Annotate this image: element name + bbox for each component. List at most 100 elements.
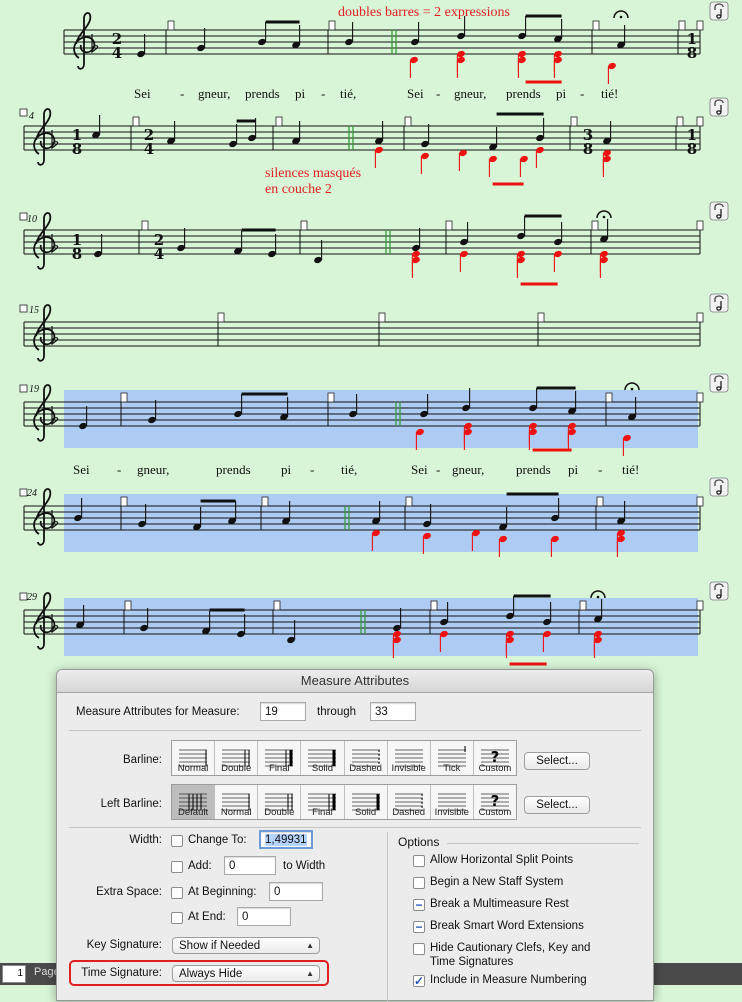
barline-option-dashed[interactable]: Dashed: [345, 741, 388, 775]
timesig-s2d-den: 8: [687, 140, 697, 158]
measure-handle: [596, 496, 604, 507]
to-width-label: to Width: [283, 860, 326, 872]
treble-clef-icon: [33, 108, 56, 166]
measure-handle: [696, 20, 704, 31]
barline-option-invisible-label: Invisible: [391, 763, 426, 774]
barline-option-custom[interactable]: ? Custom: [474, 741, 516, 775]
measure-handle: [605, 392, 613, 403]
lyric-1-1: Sei: [134, 86, 151, 101]
barline-option-solid[interactable]: Solid: [301, 741, 345, 775]
left-barline-option-invisible[interactable]: Invisible: [431, 785, 474, 819]
at-beginning-field[interactable]: 0: [269, 882, 323, 901]
lyric-1-14: tié!: [601, 86, 618, 101]
hide-cautionary-label: Hide Cautionary Clefs, Key and: [430, 942, 591, 954]
barline-option-tick-label: Tick: [443, 763, 461, 774]
lyric-2-13: -: [598, 462, 602, 477]
key-signature-popup[interactable]: Show if Needed ▲: [172, 937, 320, 954]
timesig-s2c-den: 8: [583, 140, 593, 158]
lyric-2-12: pi: [568, 462, 579, 477]
change-to-field[interactable]: 1,49931: [259, 830, 313, 849]
allow-split-points-checkbox[interactable]: [413, 855, 425, 867]
measure-handle: [592, 20, 600, 31]
barline-selector: Normal Double Final Solid Dashed Invisible Tic…: [171, 740, 517, 776]
lyric-1-12: pi: [556, 86, 567, 101]
measure-handle: [537, 312, 545, 323]
annotation-hidden-rests-2: en couche 2: [265, 182, 332, 197]
barline-option-dashed-label: Dashed: [349, 763, 382, 774]
measure-handle: [141, 220, 149, 231]
add-checkbox[interactable]: [171, 861, 183, 873]
lyric-1-6: -: [321, 86, 325, 101]
annotation-double-bars: doubles barres = 2 expressions: [338, 5, 510, 20]
add-field[interactable]: 0: [224, 856, 276, 875]
left-barline-option-final[interactable]: Final: [301, 785, 345, 819]
time-signature-popup[interactable]: Always Hide ▲: [172, 965, 320, 982]
time-signature-label: Time Signature:: [81, 967, 162, 979]
lyric-2-3: gneur,: [137, 462, 169, 477]
key-signature-value: Show if Needed: [179, 940, 261, 952]
lock-icon: [709, 581, 729, 601]
through-label: through: [317, 706, 357, 718]
selection-band-29: [64, 598, 698, 656]
hide-cautionary-checkbox[interactable]: [413, 943, 425, 955]
annotation-hidden-rests-1: silences masqués: [265, 166, 361, 181]
include-numbering-label: Include in Measure Numbering: [430, 974, 587, 986]
barline-option-solid-label: Solid: [311, 763, 333, 774]
left-barline-select-button[interactable]: Select...: [524, 796, 590, 814]
barline-option-invisible[interactable]: Invisible: [388, 741, 431, 775]
barline-option-normal-label: Normal: [177, 763, 209, 774]
measure-to-field[interactable]: 33: [370, 702, 416, 721]
measure-handle: [445, 220, 453, 231]
barline-option-double[interactable]: Double: [215, 741, 259, 775]
timesig-s2b-den: 4: [144, 140, 154, 158]
barline-option-tick[interactable]: Tick: [431, 741, 474, 775]
fermata-dot: [619, 15, 623, 19]
measure-handle: [124, 600, 132, 611]
left-barline-option-normal[interactable]: Normal: [215, 785, 259, 819]
measure-handle: [696, 312, 704, 323]
left-barline-option-solid[interactable]: Solid: [345, 785, 388, 819]
measure-handle: [300, 220, 308, 231]
lyric-1-11: prends: [506, 86, 541, 101]
break-smart-word-checkbox[interactable]: −: [413, 921, 425, 933]
lyric-1-5: pi: [295, 86, 306, 101]
barline-select-button[interactable]: Select...: [524, 752, 590, 770]
lock-icon: [709, 373, 729, 393]
barline-option-normal[interactable]: Normal: [172, 741, 216, 775]
left-barline-option-dashed[interactable]: Dashed: [388, 785, 431, 819]
measure-number-24: 24: [27, 488, 37, 499]
at-beginning-checkbox[interactable]: [171, 887, 183, 899]
system-handle: [19, 108, 28, 117]
barline-option-final-label: Final: [269, 763, 290, 774]
left-barline-option-solid-label: Solid: [355, 807, 377, 818]
break-multimeasure-rest-checkbox[interactable]: −: [413, 899, 425, 911]
measure-from-field[interactable]: 19: [260, 702, 306, 721]
lyric-2-5: pi: [281, 462, 292, 477]
lyric-2-2: -: [117, 462, 121, 477]
lock-icon: [709, 201, 729, 221]
left-barline-option-custom-label: Custom: [478, 807, 512, 818]
left-barline-option-normal-label: Normal: [220, 807, 252, 818]
extra-space-label: Extra Space:: [96, 886, 162, 898]
measure-number-4: 4: [29, 111, 34, 122]
left-barline-option-custom[interactable]: ? Custom: [474, 785, 516, 819]
new-staff-system-checkbox[interactable]: [413, 877, 425, 889]
system-handle: [19, 592, 28, 601]
lyric-2-11: prends: [516, 462, 551, 477]
fermata-dot: [602, 215, 606, 219]
popup-arrows-icon: ▲: [306, 969, 314, 978]
barline-label: Barline:: [123, 754, 162, 766]
barline-option-final[interactable]: Final: [258, 741, 302, 775]
measure-handle: [404, 116, 412, 127]
include-numbering-checkbox[interactable]: ✓: [413, 975, 425, 987]
for-measure-label: Measure Attributes for Measure:: [76, 706, 240, 718]
change-to-checkbox[interactable]: [171, 835, 183, 847]
at-end-field[interactable]: 0: [237, 907, 291, 926]
left-barline-option-default[interactable]: Default: [172, 785, 216, 819]
at-end-checkbox[interactable]: [171, 912, 183, 924]
page-number-field[interactable]: 1: [2, 965, 26, 983]
left-barline-selector: Default Normal Double Final Solid Dashed Invis…: [171, 784, 517, 820]
lyric-1-7: tié,: [340, 86, 356, 101]
left-barline-option-double[interactable]: Double: [258, 785, 302, 819]
at-end-label: At End:: [188, 911, 226, 923]
